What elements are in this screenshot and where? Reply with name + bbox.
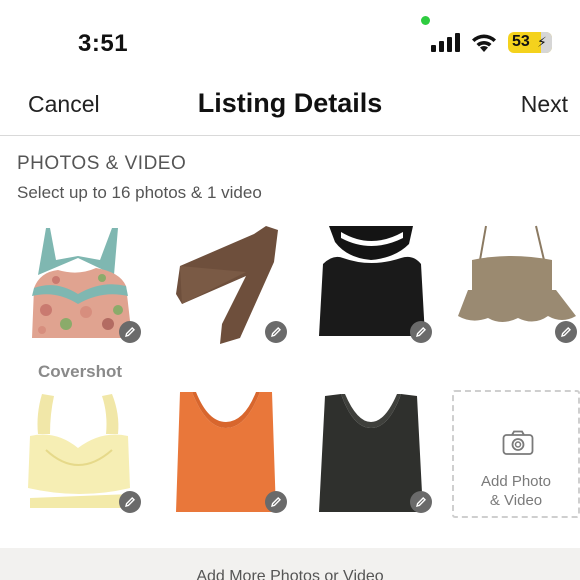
- battery-icon: 53 ⚡: [508, 32, 552, 53]
- cellular-signal-icon: [431, 33, 463, 52]
- battery-level: 53: [512, 33, 530, 50]
- camera-icon: [502, 430, 534, 455]
- add-more-bar[interactable]: Add More Photos or Video: [0, 548, 580, 580]
- photo-tile-charcoal-tank[interactable]: [307, 390, 437, 518]
- covershot-label: Covershot: [38, 362, 123, 381]
- pencil-icon: [271, 327, 281, 337]
- edit-photo-button[interactable]: [119, 321, 141, 343]
- status-bar: 3:51 53 ⚡: [0, 0, 580, 70]
- photo-tile-yellow-top[interactable]: [16, 390, 146, 518]
- photo-tile-orange-tank[interactable]: [162, 390, 292, 518]
- add-photo-label-line2: & Video: [489, 492, 543, 509]
- section-title: PHOTOS & VIDEO: [17, 153, 187, 174]
- edit-photo-button[interactable]: [410, 491, 432, 513]
- add-photo-label: Add Photo & Video: [454, 472, 578, 510]
- edit-photo-button[interactable]: [119, 491, 141, 513]
- privacy-indicator-dot: [421, 16, 430, 25]
- add-photo-label-line1: Add Photo: [480, 473, 552, 490]
- next-button[interactable]: Next: [521, 91, 568, 118]
- pencil-icon: [125, 497, 135, 507]
- photo-tile-taupe-peplum[interactable]: [452, 220, 580, 348]
- pencil-icon: [561, 327, 571, 337]
- photo-tile-black-halter[interactable]: [307, 220, 437, 348]
- status-time: 3:51: [78, 30, 129, 57]
- pencil-icon: [125, 327, 135, 337]
- section-subtitle: Select up to 16 photos & 1 video: [17, 183, 262, 202]
- photo-tile-floral-cami[interactable]: [16, 220, 146, 348]
- add-photo-video-button[interactable]: Add Photo & Video: [452, 390, 580, 518]
- page-title: Listing Details: [197, 88, 383, 118]
- edit-photo-button[interactable]: [410, 321, 432, 343]
- edit-photo-button[interactable]: [555, 321, 577, 343]
- pencil-icon: [416, 327, 426, 337]
- pencil-icon: [271, 497, 281, 507]
- pencil-icon: [416, 497, 426, 507]
- wifi-icon: [472, 34, 496, 52]
- edit-photo-button[interactable]: [265, 491, 287, 513]
- navigation-bar: Cancel Listing Details Next: [0, 70, 580, 136]
- edit-photo-button[interactable]: [265, 321, 287, 343]
- charging-bolt-icon: ⚡: [537, 34, 547, 50]
- add-more-photos-button[interactable]: Add More Photos or Video: [0, 568, 580, 580]
- photo-tile-brown-top[interactable]: [162, 220, 292, 348]
